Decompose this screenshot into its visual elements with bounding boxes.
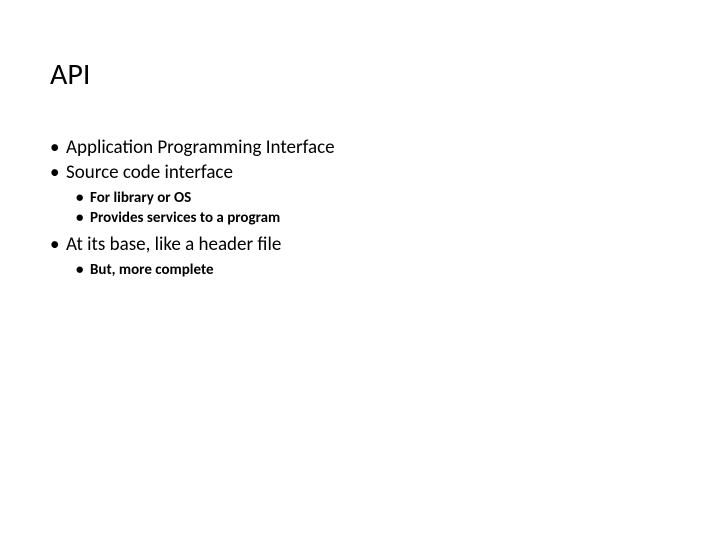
sub-list: For library or OS Provides services to a… <box>76 188 670 229</box>
bullet-icon <box>76 188 90 208</box>
list-item: Provides services to a program <box>76 208 670 228</box>
bullet-icon <box>76 260 90 280</box>
sub-list: But, more complete <box>76 260 670 280</box>
list-item: For library or OS <box>76 188 670 208</box>
list-item-text: But, more complete <box>90 260 214 280</box>
list-item: At its base, like a header file <box>50 232 670 257</box>
bullet-icon <box>50 160 66 185</box>
bullet-icon <box>76 208 90 228</box>
list-item-text: Provides services to a program <box>90 208 280 228</box>
bullet-list: Application Programming Interface Source… <box>50 135 670 280</box>
list-item: Application Programming Interface <box>50 135 670 160</box>
list-item: Source code interface <box>50 160 670 185</box>
list-item-text: Application Programming Interface <box>66 135 335 160</box>
bullet-icon <box>50 135 66 160</box>
list-item: But, more complete <box>76 260 670 280</box>
bullet-icon <box>50 232 66 257</box>
slide: API Application Programming Interface So… <box>0 0 720 540</box>
list-item-text: For library or OS <box>90 188 191 208</box>
slide-title: API <box>50 58 670 91</box>
list-item-text: At its base, like a header file <box>66 232 281 257</box>
list-item-text: Source code interface <box>66 160 233 185</box>
